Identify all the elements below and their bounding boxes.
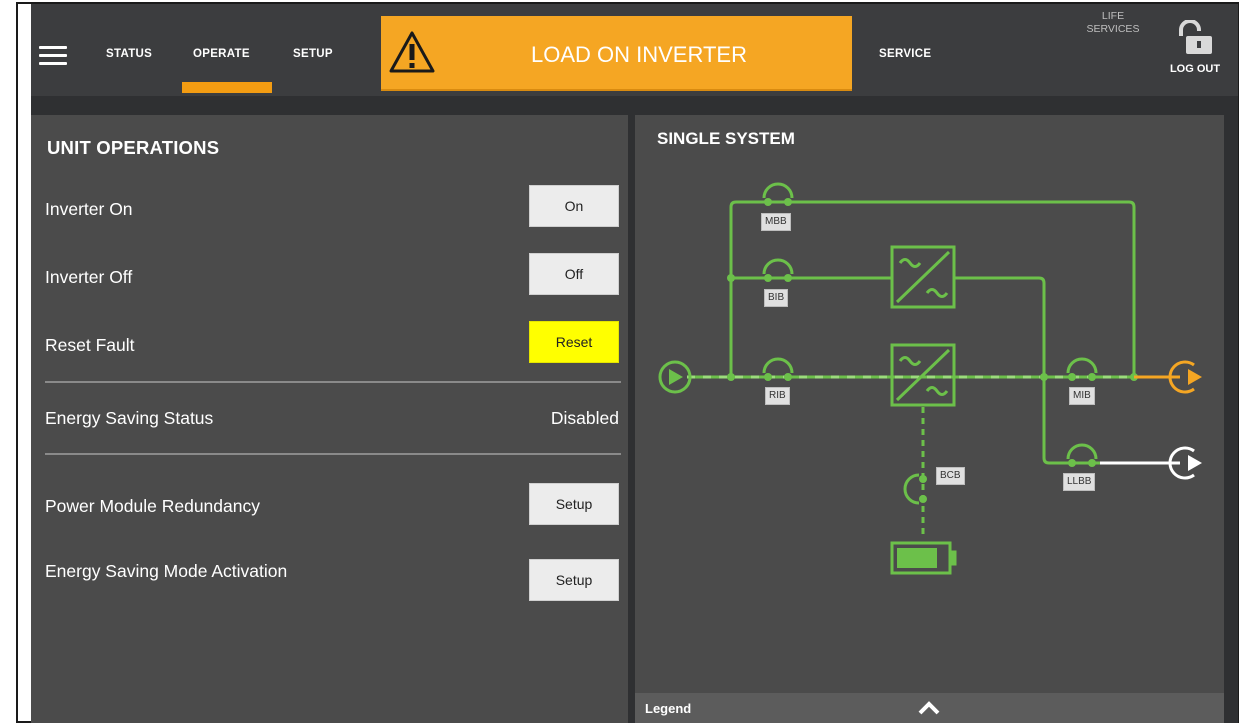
legend-bar[interactable]: Legend — [635, 693, 1224, 723]
active-tab-indicator — [182, 82, 272, 93]
logout-label: LOG OUT — [1169, 63, 1221, 75]
inverter-off-button[interactable]: Off — [529, 253, 619, 295]
energy-saving-status-value: Disabled — [550, 408, 619, 428]
bib-label[interactable]: BIB — [764, 289, 789, 307]
divider — [45, 381, 621, 383]
bcb-label[interactable]: BCB — [936, 467, 965, 485]
energy-saving-mode-setup-button[interactable]: Setup — [529, 559, 619, 601]
inverter-off-label: Inverter Off — [45, 267, 133, 287]
unit-operations-panel: UNIT OPERATIONS Inverter On On Inverter … — [31, 115, 628, 723]
divider — [45, 453, 621, 455]
legend-label: Legend — [645, 701, 692, 716]
ups-screen: STATUS OPERATE SETUP LOAD ON INVERTER SE… — [31, 4, 1238, 723]
inverter-on-button[interactable]: On — [529, 185, 619, 227]
tab-service[interactable]: SERVICE — [879, 48, 931, 60]
rib-label[interactable]: RIB — [765, 387, 790, 405]
bib-breaker-arc — [762, 258, 794, 275]
reset-fault-button[interactable]: Reset — [529, 321, 619, 363]
menu-icon[interactable] — [39, 46, 67, 66]
alarm-text: LOAD ON INVERTER — [531, 42, 747, 67]
energy-saving-mode-label: Energy Saving Mode Activation — [45, 561, 288, 581]
tab-operate[interactable]: OPERATE — [193, 48, 250, 60]
life-services-line2: SERVICES — [1086, 23, 1140, 35]
power-module-redundancy-setup-button[interactable]: Setup — [529, 483, 619, 525]
energy-saving-status-label: Energy Saving Status — [45, 408, 214, 428]
warning-triangle-icon — [389, 31, 435, 73]
life-services-line1: LIFE — [1101, 10, 1125, 22]
tab-setup[interactable]: SETUP — [293, 48, 333, 60]
logout-button[interactable]: LOG OUT — [1161, 19, 1229, 75]
power-module-redundancy-label: Power Module Redundancy — [45, 496, 260, 516]
alarm-banner[interactable]: LOAD ON INVERTER — [381, 16, 852, 91]
life-services-link[interactable]: LIFE SERVICES — [1063, 10, 1163, 36]
one-line-diagram — [658, 182, 1202, 575]
inverter-on-label: Inverter On — [45, 199, 133, 219]
unlock-icon — [1179, 19, 1212, 54]
single-system-panel: SINGLE SYSTEM MBB BIB RIB MIB LLBB BCB L… — [635, 115, 1224, 723]
chevron-up-icon[interactable] — [917, 700, 941, 716]
rib-breaker-arc — [762, 357, 794, 374]
top-navigation-bar: STATUS OPERATE SETUP LOAD ON INVERTER SE… — [31, 4, 1238, 96]
static-switch-line — [954, 276, 1100, 465]
reset-fault-label: Reset Fault — [45, 335, 135, 355]
panel-title: UNIT OPERATIONS — [47, 137, 220, 158]
bcb-breaker-arc — [903, 473, 920, 505]
llbb-breaker-arc — [1066, 443, 1098, 460]
mbb-label[interactable]: MBB — [761, 213, 791, 231]
llbb-label[interactable]: LLBB — [1063, 473, 1096, 491]
mbb-breaker-arc — [762, 182, 794, 199]
mib-breaker-arc — [1066, 357, 1098, 374]
tab-status[interactable]: STATUS — [106, 48, 152, 60]
mib-label[interactable]: MIB — [1069, 387, 1095, 405]
